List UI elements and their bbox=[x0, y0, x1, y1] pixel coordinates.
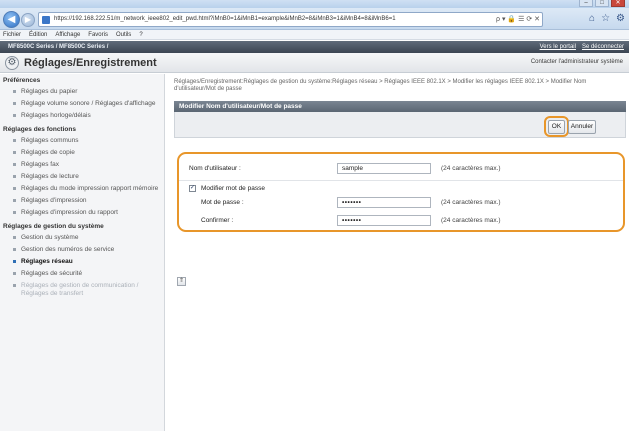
username-hint: (24 caractères max.) bbox=[441, 165, 501, 172]
logout-link[interactable]: Se déconnecter bbox=[582, 41, 624, 53]
sidebar-item-communication-transfer[interactable]: Réglages de gestion de communication / R… bbox=[0, 281, 164, 301]
sidebar-section-system: Réglages de gestion du système bbox=[3, 223, 104, 230]
username-label: Nom d'utilisateur : bbox=[189, 165, 241, 172]
device-model: MF8500C Series / MF8500C Series / bbox=[8, 44, 109, 50]
menu-help[interactable]: ? bbox=[139, 30, 142, 39]
scroll-top-icon[interactable]: ⇑ bbox=[177, 277, 186, 286]
panel-title: Modifier Nom d'utilisateur/Mot de passe bbox=[174, 101, 626, 112]
sidebar-item-print[interactable]: Réglages d'impression bbox=[0, 196, 164, 208]
confirm-password-input[interactable]: ••••••• bbox=[337, 215, 431, 226]
password-input[interactable]: ••••••• bbox=[337, 197, 431, 208]
menu-favorites[interactable]: Favoris bbox=[88, 30, 108, 39]
menu-file[interactable]: Fichier bbox=[3, 30, 21, 39]
settings-gear-icon[interactable]: ⚙ bbox=[616, 13, 625, 25]
confirm-label: Confirmer : bbox=[201, 217, 234, 224]
sidebar-item-system-management[interactable]: Gestion du système bbox=[0, 233, 164, 245]
back-button[interactable]: ◀ bbox=[3, 11, 20, 28]
window-controls: – □ ✕ bbox=[579, 0, 625, 7]
sidebar-item-print-report[interactable]: Réglages d'impression du rapport bbox=[0, 208, 164, 220]
settings-gear-icon: ⚙ bbox=[5, 56, 19, 70]
portal-link[interactable]: Vers le portail bbox=[540, 41, 576, 53]
ok-button[interactable]: OK bbox=[548, 120, 565, 134]
button-bar: OK Annuler bbox=[174, 112, 626, 138]
sidebar-item-copy[interactable]: Réglages de copie bbox=[0, 148, 164, 160]
page-header: ⚙ Réglages/Enregistrement Contacter l'ad… bbox=[0, 53, 629, 73]
maximize-button[interactable]: □ bbox=[595, 0, 609, 7]
password-hint: (24 caractères max.) bbox=[441, 199, 501, 206]
main-content: Réglages/Enregistrement:Réglages de gest… bbox=[166, 74, 629, 431]
sidebar-item-common[interactable]: Réglages communs bbox=[0, 136, 164, 148]
menu-view[interactable]: Affichage bbox=[55, 30, 80, 39]
browser-toolbar-icons: ⌂ ☆ ⚙ bbox=[589, 13, 625, 25]
contact-admin-link[interactable]: Contacter l'administrateur système bbox=[531, 59, 623, 65]
browser-menubar: Fichier Édition Affichage Favoris Outils… bbox=[0, 30, 629, 40]
sidebar-item-volume-display[interactable]: Réglage volume sonore / Réglages d'affic… bbox=[0, 99, 164, 111]
minimize-button[interactable]: – bbox=[579, 0, 593, 7]
sidebar: Préférences Réglages du papier Réglage v… bbox=[0, 74, 165, 431]
sidebar-item-network[interactable]: Réglages réseau bbox=[0, 257, 164, 269]
site-favicon-icon bbox=[42, 16, 50, 24]
browser-navbar: ◀ ▶ https://192.168.222.51/m_network_iee… bbox=[0, 8, 629, 30]
forward-button[interactable]: ▶ bbox=[21, 13, 35, 27]
close-window-button[interactable]: ✕ bbox=[611, 0, 625, 7]
sidebar-section-preferences: Préférences bbox=[3, 77, 41, 84]
sidebar-item-security[interactable]: Réglages de sécurité bbox=[0, 269, 164, 281]
sidebar-item-service-numbers[interactable]: Gestion des numéros de service bbox=[0, 245, 164, 257]
address-tools[interactable]: ρ ▾ 🔒 ☰ ⟳ ✕ bbox=[493, 13, 540, 26]
home-icon[interactable]: ⌂ bbox=[589, 13, 595, 25]
menu-tools[interactable]: Outils bbox=[116, 30, 131, 39]
change-password-checkbox[interactable]: ✓ bbox=[189, 185, 196, 192]
window-titlebar: – □ ✕ bbox=[0, 0, 629, 8]
credentials-form: Nom d'utilisateur : sample (24 caractère… bbox=[177, 152, 625, 232]
sidebar-item-print-memory[interactable]: Réglages du mode impression rapport mémo… bbox=[0, 184, 164, 196]
sidebar-item-fax[interactable]: Réglages fax bbox=[0, 160, 164, 172]
confirm-hint: (24 caractères max.) bbox=[441, 217, 501, 224]
cancel-button[interactable]: Annuler bbox=[568, 120, 596, 134]
sidebar-item-clock[interactable]: Réglages horloge/délais bbox=[0, 111, 164, 123]
form-divider bbox=[179, 180, 623, 181]
app-header: MF8500C Series / MF8500C Series / Vers l… bbox=[0, 41, 629, 53]
page-title: Réglages/Enregistrement bbox=[24, 57, 157, 69]
menu-edit[interactable]: Édition bbox=[29, 30, 47, 39]
username-input[interactable]: sample bbox=[337, 163, 431, 174]
favorites-star-icon[interactable]: ☆ bbox=[601, 13, 610, 25]
url-text: https://192.168.222.51/m_network_ieee802… bbox=[54, 16, 396, 22]
breadcrumb: Réglages/Enregistrement:Réglages de gest… bbox=[174, 79, 587, 92]
sidebar-item-paper[interactable]: Réglages du papier bbox=[0, 87, 164, 99]
password-label: Mot de passe : bbox=[201, 199, 244, 206]
address-bar[interactable]: https://192.168.222.51/m_network_ieee802… bbox=[38, 12, 543, 27]
sidebar-section-functions: Réglages des fonctions bbox=[3, 126, 76, 133]
header-links: Vers le portail Se déconnecter bbox=[540, 41, 624, 53]
change-password-label: Modifier mot de passe bbox=[201, 185, 265, 192]
sidebar-item-scan[interactable]: Réglages de lecture bbox=[0, 172, 164, 184]
